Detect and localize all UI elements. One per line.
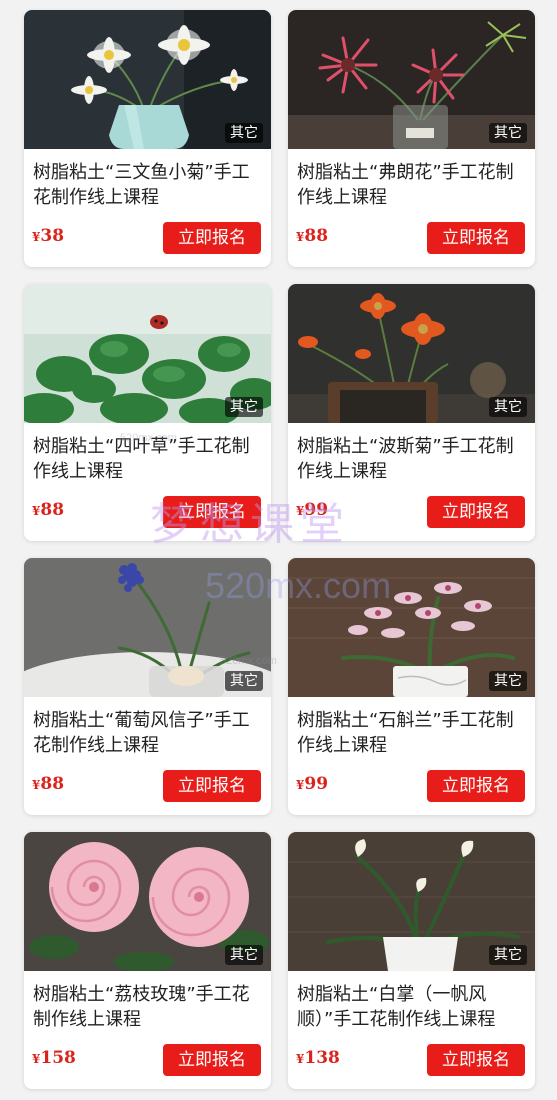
course-image-peace-lily-pot[interactable]: 其它: [288, 832, 535, 971]
course-card[interactable]: 其它 树脂粘土“弗朗花”手工花制作线上课程 ¥88 立即报名: [288, 10, 535, 267]
course-price: ¥88: [32, 774, 64, 794]
course-image-pink-roses[interactable]: 其它: [24, 832, 271, 971]
course-card[interactable]: 其它 树脂粘土“葡萄风信子”手工花制作线上课程 ¥88 立即报名: [24, 558, 271, 815]
course-grid: 其它 树脂粘土“三文鱼小菊”手工花制作线上课程 ¥38 立即报名 其它 树脂粘土…: [0, 0, 557, 1100]
course-title[interactable]: 树脂粘土“弗朗花”手工花制作线上课程: [297, 160, 529, 210]
course-image-grape-hyacinth[interactable]: 其它: [24, 558, 271, 697]
course-card[interactable]: 其它 树脂粘土“四叶草”手工花制作线上课程 ¥88 立即报名: [24, 284, 271, 541]
category-tag: 其它: [489, 123, 527, 143]
course-card[interactable]: 其它 树脂粘土“白掌（一帆风顺）”手工花制作线上课程 ¥138 立即报名: [288, 832, 535, 1089]
category-tag: 其它: [225, 945, 263, 965]
price-value: 99: [304, 774, 329, 794]
course-card[interactable]: 其它 树脂粘土“石斛兰”手工花制作线上课程 ¥99 立即报名: [288, 558, 535, 815]
course-price: ¥158: [32, 1048, 76, 1068]
course-price: ¥88: [32, 500, 64, 520]
price-value: 88: [304, 226, 329, 246]
enroll-button[interactable]: 立即报名: [427, 222, 525, 254]
course-title[interactable]: 树脂粘土“葡萄风信子”手工花制作线上课程: [33, 708, 265, 758]
course-title[interactable]: 树脂粘土“石斛兰”手工花制作线上课程: [297, 708, 529, 758]
price-value: 38: [40, 226, 65, 246]
course-image-orange-cosmos[interactable]: 其它: [288, 284, 535, 423]
category-tag: 其它: [489, 945, 527, 965]
course-image-pink-gerbera-jar[interactable]: 其它: [288, 10, 535, 149]
course-image-four-leaf-clover[interactable]: 其它: [24, 284, 271, 423]
enroll-button[interactable]: 立即报名: [163, 222, 261, 254]
course-title[interactable]: 树脂粘土“三文鱼小菊”手工花制作线上课程: [33, 160, 265, 210]
course-price: ¥38: [32, 226, 64, 246]
price-value: 158: [40, 1048, 76, 1068]
course-price: ¥99: [296, 774, 328, 794]
category-tag: 其它: [225, 671, 263, 691]
enroll-button[interactable]: 立即报名: [163, 1044, 261, 1076]
course-price: ¥88: [296, 226, 328, 246]
price-value: 88: [40, 500, 65, 520]
course-card[interactable]: 其它 树脂粘土“三文鱼小菊”手工花制作线上课程 ¥38 立即报名: [24, 10, 271, 267]
course-card[interactable]: 其它 树脂粘土“荔枝玫瑰”手工花制作线上课程 ¥158 立即报名: [24, 832, 271, 1089]
enroll-button[interactable]: 立即报名: [427, 770, 525, 802]
course-image-white-daisy-vase[interactable]: 其它: [24, 10, 271, 149]
enroll-button[interactable]: 立即报名: [163, 496, 261, 528]
price-value: 99: [304, 500, 329, 520]
course-title[interactable]: 树脂粘土“白掌（一帆风顺）”手工花制作线上课程: [297, 982, 529, 1032]
category-tag: 其它: [225, 397, 263, 417]
course-card[interactable]: 其它 树脂粘土“波斯菊”手工花制作线上课程 ¥99 立即报名: [288, 284, 535, 541]
category-tag: 其它: [225, 123, 263, 143]
course-title[interactable]: 树脂粘土“波斯菊”手工花制作线上课程: [297, 434, 529, 484]
price-value: 138: [304, 1048, 340, 1068]
course-image-orchid-pot[interactable]: 其它: [288, 558, 535, 697]
enroll-button[interactable]: 立即报名: [427, 496, 525, 528]
enroll-button[interactable]: 立即报名: [427, 1044, 525, 1076]
course-title[interactable]: 树脂粘土“四叶草”手工花制作线上课程: [33, 434, 265, 484]
category-tag: 其它: [489, 397, 527, 417]
course-title[interactable]: 树脂粘土“荔枝玫瑰”手工花制作线上课程: [33, 982, 265, 1032]
course-price: ¥138: [296, 1048, 340, 1068]
price-value: 88: [40, 774, 65, 794]
enroll-button[interactable]: 立即报名: [163, 770, 261, 802]
course-price: ¥99: [296, 500, 328, 520]
category-tag: 其它: [489, 671, 527, 691]
